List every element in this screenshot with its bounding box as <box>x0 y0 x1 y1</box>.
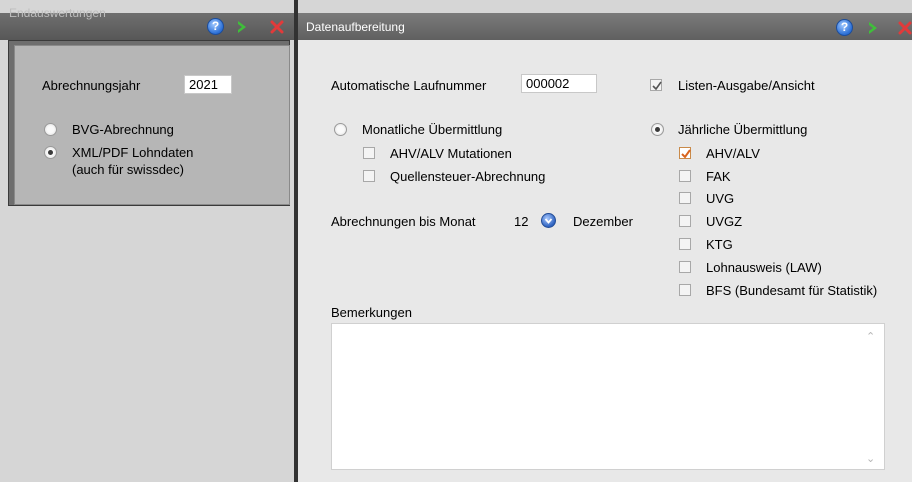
monthly-label: Monatliche Übermittlung <box>362 122 503 137</box>
year-label: Abrechnungsjahr <box>42 78 141 93</box>
uvgz-label: UVGZ <box>706 214 743 229</box>
scroll-down-icon[interactable]: ⌄ <box>866 452 875 465</box>
laufnummer-input[interactable]: 000002 <box>521 74 597 93</box>
arrow-right-icon[interactable] <box>867 21 879 35</box>
notes-label: Bemerkungen <box>331 305 412 320</box>
bfs-checkbox[interactable] <box>679 284 691 296</box>
lohnausweis-label: Lohnausweis (LAW) <box>706 260 822 275</box>
help-icon[interactable]: ? <box>207 18 224 35</box>
fak-checkbox[interactable] <box>679 170 691 182</box>
month-label: Abrechnungen bis Monat <box>331 214 476 229</box>
ktg-checkbox[interactable] <box>679 238 691 250</box>
bfs-label: BFS (Bundesamt für Statistik) <box>706 283 878 298</box>
checkmark-icon <box>652 81 662 91</box>
monthly-radio[interactable] <box>334 123 347 136</box>
help-icon[interactable]: ? <box>836 19 853 36</box>
ahv-alv-mutationen-label: AHV/ALV Mutationen <box>390 146 512 161</box>
bvg-label: BVG-Abrechnung <box>72 122 174 137</box>
uvg-checkbox[interactable] <box>679 192 691 204</box>
month-name: Dezember <box>573 214 633 229</box>
laufnummer-label: Automatische Laufnummer <box>331 78 487 93</box>
close-icon[interactable] <box>270 20 284 34</box>
xml-pdf-radio[interactable] <box>44 146 57 159</box>
listen-ausgabe-checkbox[interactable] <box>650 79 662 91</box>
ahv-alv-checkbox[interactable] <box>679 147 691 159</box>
ahv-alv-label: AHV/ALV <box>706 146 760 161</box>
quellensteuer-label: Quellensteuer-Abrechnung <box>390 169 546 184</box>
left-panel-title: Endauswertungen <box>9 6 106 20</box>
month-value[interactable]: 12 <box>514 214 528 229</box>
arrow-right-icon[interactable] <box>236 20 248 34</box>
bvg-radio[interactable] <box>44 123 57 136</box>
fak-label: FAK <box>706 169 731 184</box>
listen-ausgabe-label: Listen-Ausgabe/Ansicht <box>678 78 815 93</box>
spin-icon[interactable] <box>541 213 556 228</box>
notes-textarea[interactable] <box>331 323 885 470</box>
ahv-alv-mutationen-checkbox[interactable] <box>363 147 375 159</box>
xml-pdf-label: XML/PDF Lohndaten <box>72 145 194 160</box>
close-icon[interactable] <box>898 21 912 35</box>
checkmark-icon <box>681 149 691 159</box>
yearly-radio[interactable] <box>651 123 664 136</box>
right-panel-title: Datenaufbereitung <box>306 20 405 34</box>
quellensteuer-checkbox[interactable] <box>363 170 375 182</box>
xml-pdf-sublabel: (auch für swissdec) <box>72 162 184 177</box>
year-input[interactable]: 2021 <box>184 75 232 94</box>
lohnausweis-checkbox[interactable] <box>679 261 691 273</box>
yearly-label: Jährliche Übermittlung <box>678 122 808 137</box>
scroll-up-icon[interactable]: ⌃ <box>866 330 875 343</box>
uvgz-checkbox[interactable] <box>679 215 691 227</box>
ktg-label: KTG <box>706 237 733 252</box>
uvg-label: UVG <box>706 191 735 206</box>
